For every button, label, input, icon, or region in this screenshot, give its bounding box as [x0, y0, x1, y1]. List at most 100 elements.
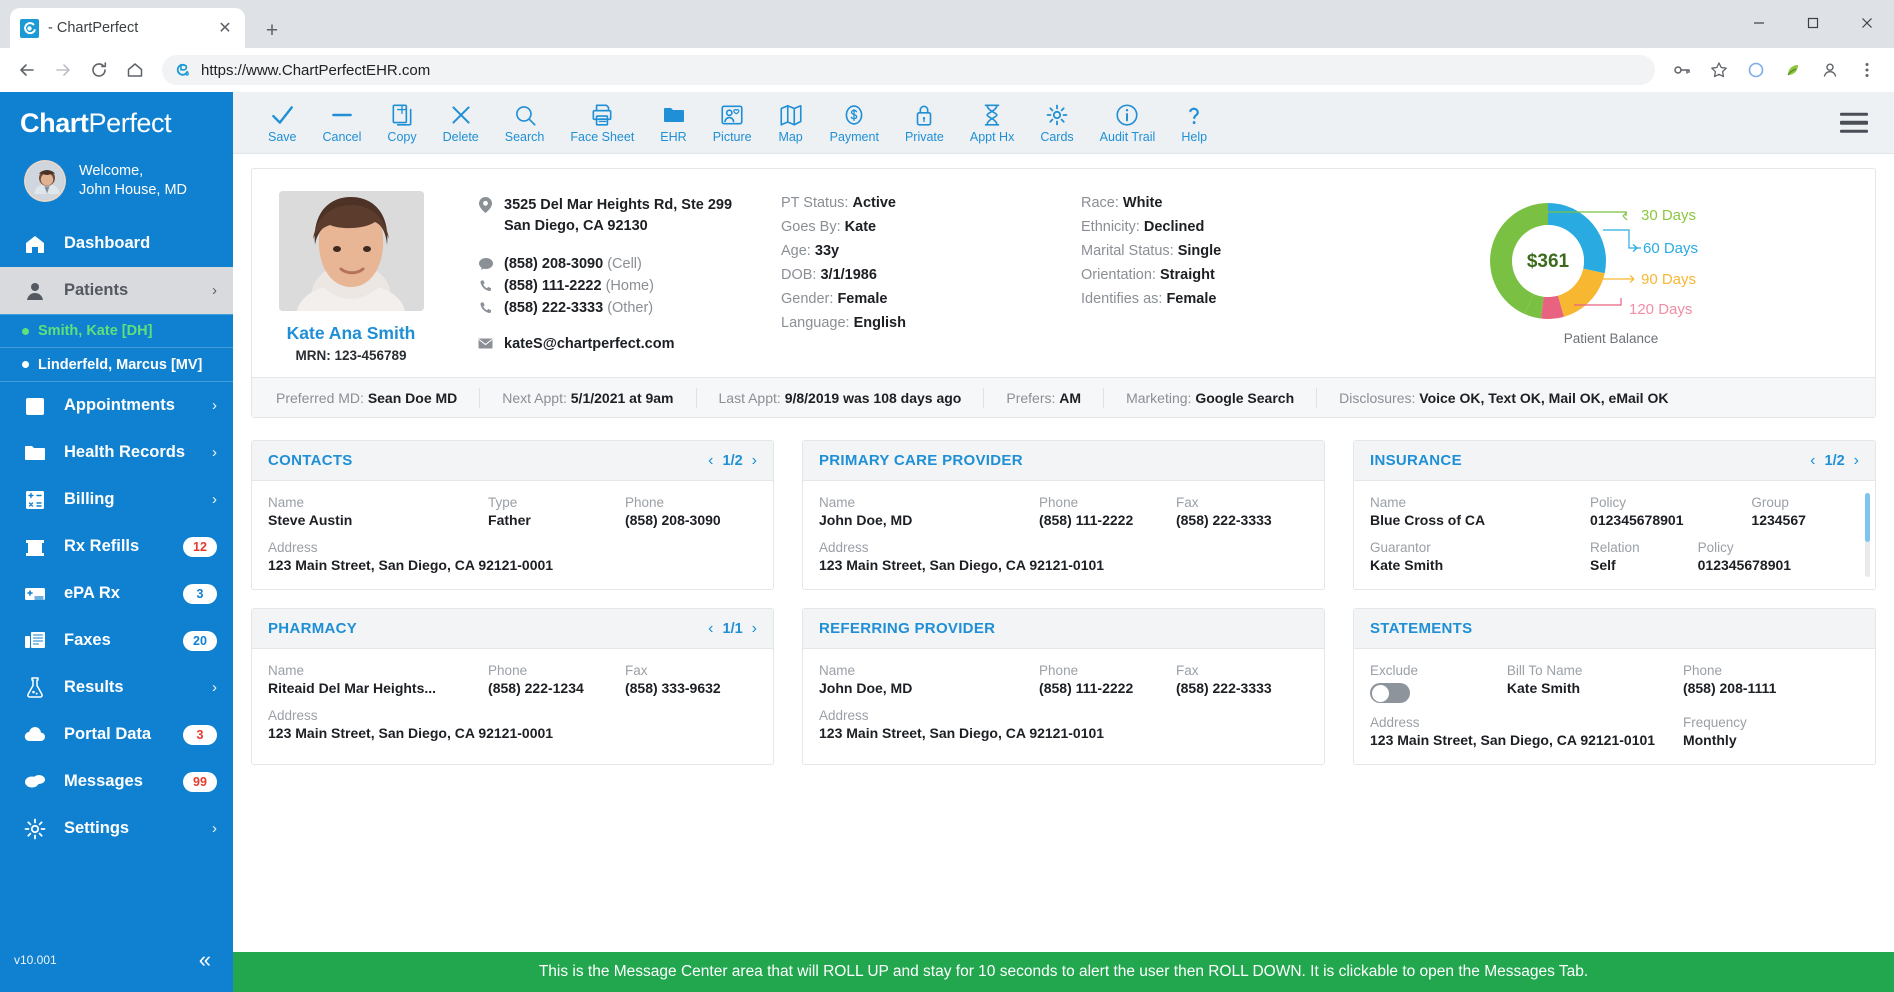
strip-item: Marketing: Google Search	[1126, 390, 1294, 406]
toolbar-audit-trail-button[interactable]: Audit Trail	[1087, 102, 1169, 144]
patient-email[interactable]: kateS@chartperfect.com	[504, 336, 674, 352]
fact-label: Language:	[781, 315, 850, 331]
sidebar-item-messages[interactable]: Messages99	[0, 758, 233, 805]
sidebar-badge: 3	[183, 584, 217, 604]
patient-name[interactable]: Kate Ana Smith	[287, 323, 416, 344]
close-window-icon[interactable]	[1840, 0, 1894, 46]
sidebar-item-dashboard[interactable]: Dashboard	[0, 220, 233, 267]
sidebar-item-settings[interactable]: Settings›	[0, 805, 233, 852]
pager-next-icon[interactable]: ›	[752, 452, 757, 470]
extension-icon[interactable]	[1739, 53, 1773, 87]
fact-value: English	[854, 315, 906, 331]
hamburger-menu-icon[interactable]	[1840, 112, 1868, 133]
patient-list-item[interactable]: Linderfeld, Marcus [MV]	[0, 348, 233, 382]
fact-label: Gender:	[781, 291, 833, 307]
maximize-icon[interactable]	[1786, 0, 1840, 46]
browser-menu-icon[interactable]	[1850, 53, 1884, 87]
sidebar-item-appointments[interactable]: 31Appointments›	[0, 382, 233, 429]
pager-prev-icon[interactable]: ‹	[1810, 452, 1815, 470]
key-icon[interactable]	[1665, 53, 1699, 87]
field-label: Fax	[1176, 495, 1308, 510]
extension-leaf-icon[interactable]	[1776, 53, 1810, 87]
toolbar-payment-button[interactable]: Payment	[817, 102, 892, 144]
field-bill-to-name: Bill To NameKate Smith	[1507, 663, 1683, 703]
browser-tab[interactable]: - ChartPerfect ✕	[10, 8, 245, 48]
sidebar-item-health-records[interactable]: Health Records›	[0, 429, 233, 476]
toolbar-cancel-button[interactable]: Cancel	[310, 102, 375, 144]
sidebar-item-faxes[interactable]: Faxes20	[0, 617, 233, 664]
pager-next-icon[interactable]: ›	[1854, 452, 1859, 470]
toolbar-copy-button[interactable]: Copy	[374, 102, 429, 144]
pager-count: 1/2	[723, 453, 743, 469]
card-scrollbar[interactable]	[1865, 493, 1870, 577]
card-row: Address123 Main Street, San Diego, CA 92…	[268, 708, 757, 741]
home-icon[interactable]	[118, 53, 152, 87]
main-content: SaveCancelCopyDeleteSearchFace SheetEHRP…	[233, 92, 1894, 992]
toolbar-help-button[interactable]: Help	[1168, 102, 1220, 144]
sidebar-item-epa-rx[interactable]: ePA Rx3	[0, 570, 233, 617]
patient-balance-donut[interactable]: $361 30 Day	[1486, 195, 1736, 327]
pager-prev-icon[interactable]: ‹	[708, 620, 713, 638]
toolbar-save-button[interactable]: Save	[255, 102, 310, 144]
toolbar-ehr-button[interactable]: EHR	[647, 102, 699, 144]
reload-icon[interactable]	[82, 53, 116, 87]
strip-value: Voice OK, Text OK, Mail OK, eMail OK	[1419, 390, 1668, 406]
toolbar-appt-hx-button[interactable]: Appt Hx	[957, 102, 1027, 144]
toolbar-face-sheet-button[interactable]: Face Sheet	[557, 102, 647, 144]
card-row: NameJohn Doe, MD Phone(858) 111-2222 Fax…	[819, 495, 1308, 528]
collapse-sidebar-button[interactable]: «	[199, 949, 211, 971]
patient-photo[interactable]	[279, 191, 424, 311]
back-icon[interactable]	[10, 53, 44, 87]
patient-balance-chart-column: $361 30 Day	[1371, 191, 1851, 363]
patient-phones: (858) 208-3090 (Cell)(858) 111-2222 (Hom…	[478, 256, 781, 316]
minimize-icon[interactable]	[1732, 0, 1786, 46]
patient-photo-column: Kate Ana Smith MRN: 123-456789	[276, 191, 426, 363]
card-row: GuarantorKate Smith RelationSelf Policy0…	[1370, 540, 1859, 573]
fact-label: PT Status:	[781, 195, 848, 211]
sidebar-item-portal-data[interactable]: Portal Data3	[0, 711, 233, 758]
sidebar-item-billing[interactable]: Billing›	[0, 476, 233, 523]
field-label: Policy	[1590, 495, 1751, 510]
chat-bubble-icon	[478, 256, 493, 270]
bookmark-star-icon[interactable]	[1702, 53, 1736, 87]
toolbar-search-button[interactable]: Search	[492, 102, 558, 144]
toolbar-picture-button[interactable]: Picture	[700, 102, 765, 144]
message-center-bar[interactable]: This is the Message Center area that wil…	[233, 952, 1894, 992]
field-value: Steve Austin	[268, 512, 488, 528]
field-name: NameBlue Cross of CA	[1370, 495, 1590, 528]
card-row: Address123 Main Street, San Diego, CA 92…	[1370, 715, 1859, 748]
sidebar-item-results[interactable]: Results›	[0, 664, 233, 711]
sidebar-badge: 3	[183, 725, 217, 745]
profile-avatar-icon[interactable]	[1813, 53, 1847, 87]
forward-icon[interactable]	[46, 53, 80, 87]
card-body: NameSteve Austin TypeFather Phone(858) 2…	[252, 481, 773, 589]
patient-list-item[interactable]: Smith, Kate [DH]	[0, 314, 233, 348]
new-tab-button[interactable]: +	[255, 14, 289, 48]
patient-email-row: kateS@chartperfect.com	[478, 336, 781, 352]
toolbar-private-button[interactable]: Private	[892, 102, 957, 144]
patient-phone-row: (858) 111-2222 (Home)	[478, 278, 781, 294]
chevron-right-icon: ›	[212, 282, 217, 299]
toolbar-delete-button[interactable]: Delete	[430, 102, 492, 144]
field-phone: Phone(858) 222-1234	[488, 663, 625, 696]
pager-next-icon[interactable]: ›	[752, 620, 757, 638]
app-logo[interactable]: ChartPerfect	[0, 92, 233, 154]
sidebar-item-rx-refills[interactable]: RxRx Refills12	[0, 523, 233, 570]
toolbar-cards-button[interactable]: Cards	[1027, 102, 1086, 144]
avatar[interactable]	[24, 160, 66, 202]
fact-value: Active	[852, 195, 896, 211]
pager-prev-icon[interactable]: ‹	[708, 452, 713, 470]
close-tab-icon[interactable]: ✕	[215, 18, 235, 38]
strip-value: Google Search	[1195, 390, 1294, 406]
toolbar-map-button[interactable]: Map	[765, 102, 817, 144]
field-label: Address	[1370, 715, 1683, 730]
url-bar[interactable]: https://www.ChartPerfectEHR.com	[162, 55, 1655, 85]
exclude-toggle[interactable]	[1370, 683, 1410, 703]
sidebar-item-patients[interactable]: Patients›	[0, 267, 233, 314]
demographics-top: Kate Ana Smith MRN: 123-456789 3525 Del …	[252, 169, 1875, 377]
window-controls	[1732, 0, 1894, 46]
cloud-icon	[22, 723, 48, 747]
field-value: Self	[1590, 557, 1698, 573]
scrollbar-thumb[interactable]	[1865, 493, 1870, 542]
card-pager: ‹ 1/2 ›	[708, 452, 757, 470]
